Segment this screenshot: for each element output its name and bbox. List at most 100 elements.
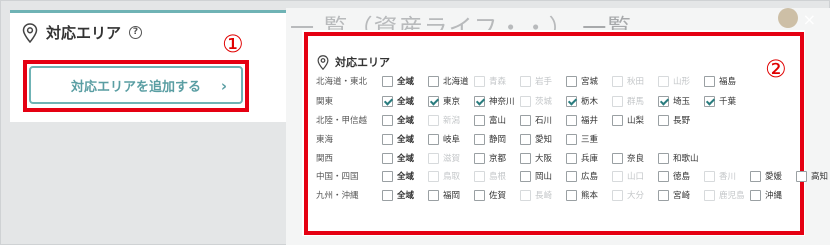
- checkbox-icon[interactable]: [796, 170, 807, 182]
- checkbox-icon[interactable]: [520, 152, 531, 164]
- prefecture-checkbox: 青森: [474, 73, 520, 89]
- prefecture-checkbox[interactable]: 北海道: [428, 73, 474, 89]
- checkbox-label: 茨城: [535, 97, 553, 107]
- checkbox-label: 島根: [489, 172, 507, 182]
- checkbox-icon[interactable]: [750, 170, 761, 182]
- prefecture-checkbox[interactable]: 長野: [658, 112, 704, 128]
- prefecture-checkbox[interactable]: 熊本: [566, 187, 612, 203]
- checkbox-label: 神奈川: [489, 97, 515, 107]
- add-area-button[interactable]: 対応エリアを追加する ›: [29, 66, 243, 104]
- checkbox-label: 福岡: [443, 191, 461, 201]
- prefecture-checkbox[interactable]: 神奈川: [474, 93, 520, 109]
- checkbox-icon[interactable]: [612, 114, 623, 126]
- modal-close-icon[interactable]: ×: [803, 10, 816, 29]
- checkbox-icon[interactable]: [520, 133, 531, 145]
- prefecture-checkbox[interactable]: 福岡: [428, 187, 474, 203]
- modal-title: 対応エリア: [335, 56, 390, 69]
- checkbox-checked-icon[interactable]: [658, 95, 669, 107]
- checkbox-icon[interactable]: [474, 152, 485, 164]
- checkbox-icon[interactable]: [382, 170, 393, 182]
- prefecture-checkbox[interactable]: 富山: [474, 112, 520, 128]
- prefecture-checkbox[interactable]: 大阪: [520, 150, 566, 166]
- prefecture-checkbox[interactable]: 愛媛: [750, 168, 796, 184]
- checkbox-icon[interactable]: [566, 189, 577, 201]
- prefecture-checkbox: 島根: [474, 168, 520, 184]
- help-icon[interactable]: ?: [129, 26, 143, 39]
- checkbox-icon[interactable]: [382, 114, 393, 126]
- prefecture-checkbox[interactable]: 岐阜: [428, 131, 474, 147]
- callout-badge-2: ②: [765, 55, 787, 83]
- prefecture-checkbox[interactable]: 山梨: [612, 112, 658, 128]
- checkbox-label: 千葉: [719, 97, 737, 107]
- region-all-checkbox[interactable]: 全域: [382, 131, 428, 147]
- region-all-checkbox[interactable]: 全域: [382, 93, 428, 109]
- checkbox-icon[interactable]: [658, 152, 669, 164]
- prefecture-checkbox[interactable]: 福島: [704, 73, 750, 89]
- checkbox-icon: [428, 170, 439, 182]
- checkbox-icon[interactable]: [520, 170, 531, 182]
- prefecture-checkbox[interactable]: 奈良: [612, 150, 658, 166]
- checkbox-icon[interactable]: [474, 114, 485, 126]
- prefecture-checkbox[interactable]: 京都: [474, 150, 520, 166]
- checkbox-icon[interactable]: [566, 133, 577, 145]
- checkbox-icon[interactable]: [566, 170, 577, 182]
- prefecture-checkbox[interactable]: 石川: [520, 112, 566, 128]
- checkbox-checked-icon[interactable]: [474, 95, 485, 107]
- prefecture-checkbox[interactable]: 埼玉: [658, 93, 704, 109]
- checkbox-label: 全域: [397, 135, 415, 145]
- checkbox-icon[interactable]: [382, 133, 393, 145]
- checkbox-icon[interactable]: [382, 152, 393, 164]
- checkbox-label: 長崎: [535, 191, 553, 201]
- prefecture-checkbox[interactable]: 沖縄: [750, 187, 796, 203]
- region-all-checkbox[interactable]: 全域: [382, 168, 428, 184]
- prefecture-checkbox[interactable]: 和歌山: [658, 150, 704, 166]
- prefecture-checkbox[interactable]: 徳島: [658, 168, 704, 184]
- checkbox-icon[interactable]: [566, 152, 577, 164]
- region-all-checkbox[interactable]: 全域: [382, 112, 428, 128]
- checkbox-icon[interactable]: [566, 75, 577, 87]
- prefecture-checkbox: 群馬: [612, 93, 658, 109]
- region-row: 関西 全域 滋賀 京都 大阪 兵庫 奈良 和歌山: [316, 150, 704, 166]
- prefecture-checkbox[interactable]: 千葉: [704, 93, 750, 109]
- prefecture-checkbox[interactable]: 兵庫: [566, 150, 612, 166]
- prefecture-checkbox[interactable]: 宮崎: [658, 187, 704, 203]
- region-all-checkbox[interactable]: 全域: [382, 73, 428, 89]
- prefecture-checkbox[interactable]: 静岡: [474, 131, 520, 147]
- prefecture-checkbox[interactable]: 福井: [566, 112, 612, 128]
- checkbox-icon[interactable]: [382, 75, 393, 87]
- prefecture-checkbox[interactable]: 東京: [428, 93, 474, 109]
- checkbox-icon[interactable]: [658, 189, 669, 201]
- prefecture-checkbox[interactable]: 愛知: [520, 131, 566, 147]
- checkbox-icon[interactable]: [658, 114, 669, 126]
- checkbox-icon[interactable]: [520, 114, 531, 126]
- checkbox-icon[interactable]: [428, 133, 439, 145]
- checkbox-icon[interactable]: [750, 189, 761, 201]
- checkbox-icon[interactable]: [382, 189, 393, 201]
- prefecture-checkbox[interactable]: 三重: [566, 131, 612, 147]
- prefecture-checkbox[interactable]: 高知: [796, 168, 830, 184]
- prefecture-checkbox[interactable]: 広島: [566, 168, 612, 184]
- prefecture-checkbox[interactable]: 岡山: [520, 168, 566, 184]
- checkbox-label: 鳥取: [443, 172, 461, 182]
- checkbox-checked-icon[interactable]: [382, 95, 393, 107]
- prefecture-checkbox[interactable]: 栃木: [566, 93, 612, 109]
- region-all-checkbox[interactable]: 全域: [382, 187, 428, 203]
- region-row: 関東 全域 東京 神奈川 茨城 栃木 群馬 埼玉 千葉: [316, 93, 750, 109]
- chevron-right-icon: ›: [220, 77, 227, 95]
- region-all-checkbox[interactable]: 全域: [382, 150, 428, 166]
- map-pin-icon: [22, 22, 38, 43]
- prefecture-checkbox[interactable]: 宮城: [566, 73, 612, 89]
- prefecture-checkbox[interactable]: 佐賀: [474, 187, 520, 203]
- checkbox-icon[interactable]: [474, 189, 485, 201]
- checkbox-icon[interactable]: [428, 189, 439, 201]
- checkbox-icon[interactable]: [566, 114, 577, 126]
- checkbox-checked-icon[interactable]: [566, 95, 577, 107]
- checkbox-icon: [658, 75, 669, 87]
- checkbox-checked-icon[interactable]: [428, 95, 439, 107]
- checkbox-icon[interactable]: [428, 75, 439, 87]
- checkbox-icon[interactable]: [612, 152, 623, 164]
- checkbox-icon[interactable]: [474, 133, 485, 145]
- checkbox-checked-icon[interactable]: [704, 95, 715, 107]
- checkbox-icon[interactable]: [704, 75, 715, 87]
- checkbox-icon[interactable]: [658, 170, 669, 182]
